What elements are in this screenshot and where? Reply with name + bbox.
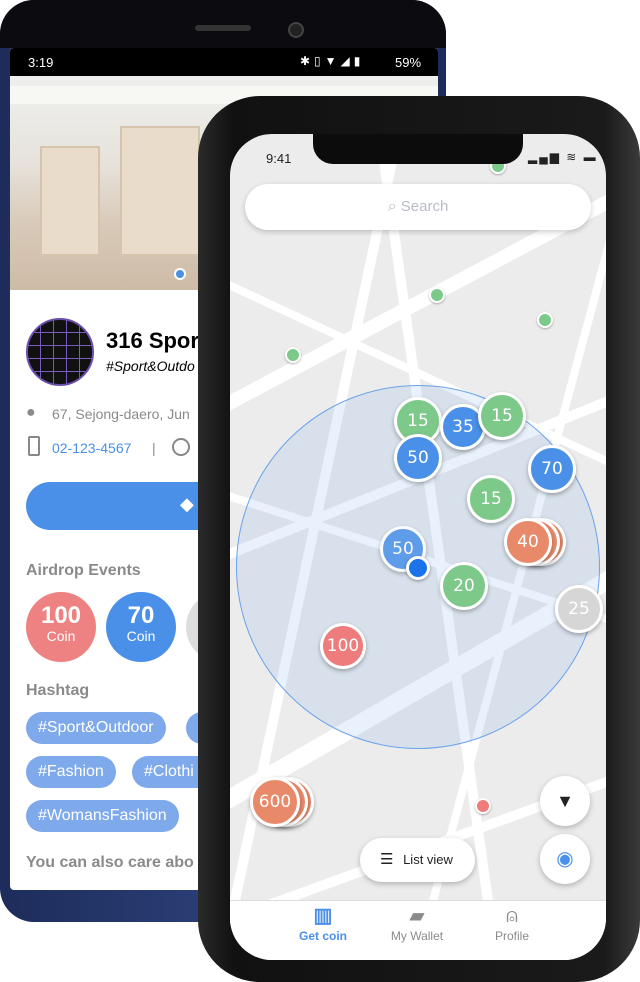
store-name: 316 Spor bbox=[106, 328, 199, 353]
coin-event[interactable]: 70 Coin bbox=[106, 592, 176, 662]
status-icons: ▂▄▆ ≋ ▬ bbox=[528, 150, 598, 164]
coin-unit: Coin bbox=[46, 628, 76, 644]
battery-level: 59% bbox=[395, 55, 422, 70]
coin-marker[interactable]: 50 bbox=[394, 434, 442, 482]
coin-unit: Coin bbox=[126, 628, 156, 644]
coin-marker[interactable]: 70 bbox=[528, 445, 576, 493]
list-view-label: List view bbox=[403, 852, 453, 867]
store-phone-link[interactable]: 02-123-4567 bbox=[52, 440, 131, 456]
nav-label: Profile bbox=[494, 929, 529, 943]
coin-event[interactable]: 100 Coin bbox=[26, 592, 96, 662]
coin-marker[interactable]: 40 bbox=[504, 518, 552, 566]
list-icon: ☰ bbox=[380, 851, 394, 868]
wallet-icon: ▰ bbox=[409, 905, 425, 927]
back-phone-bezel bbox=[0, 0, 446, 48]
bottom-nav: ▥ Get coin ▰ My Wallet ⍝ Profile bbox=[230, 900, 606, 960]
hashtag-chip[interactable]: #Fashion bbox=[26, 756, 116, 788]
my-location-button[interactable]: ◉ bbox=[540, 834, 590, 884]
status-icons: ✱▯▼◢▮ bbox=[300, 54, 365, 68]
nav-label: Get coin bbox=[298, 929, 347, 943]
coin-value: 100 bbox=[40, 602, 82, 629]
map-dot[interactable] bbox=[285, 347, 301, 363]
shelf bbox=[40, 146, 100, 256]
hashtag-chip[interactable]: #WomansFashion bbox=[26, 800, 179, 832]
map-screen: 15 35 15 50 70 15 40 50 20 25 100 600 9:… bbox=[230, 134, 606, 960]
nav-my-wallet[interactable]: ▰ My Wallet bbox=[367, 901, 467, 943]
hashtag-chip[interactable]: #Sport&Outdoor bbox=[26, 712, 166, 744]
map-icon: ▥ bbox=[313, 905, 333, 927]
location-icon: ● bbox=[26, 404, 36, 421]
search-icon: ⌕ bbox=[387, 198, 397, 215]
nav-get-coin[interactable]: ▥ Get coin bbox=[273, 901, 373, 943]
airdrop-title: Airdrop Events bbox=[26, 562, 141, 579]
map-dot[interactable] bbox=[475, 798, 491, 814]
notch bbox=[313, 134, 523, 164]
coin-marker[interactable]: 15 bbox=[478, 392, 526, 440]
store-logo bbox=[26, 318, 94, 386]
coin-marker[interactable]: 20 bbox=[440, 562, 488, 610]
map-dot[interactable] bbox=[537, 312, 553, 328]
phone-icon bbox=[28, 436, 40, 456]
coin-marker[interactable]: 15 bbox=[467, 475, 515, 523]
crosshair-icon: ◉ bbox=[556, 848, 574, 870]
carousel-dot-active[interactable] bbox=[174, 268, 186, 280]
person-icon: ⍝ bbox=[506, 905, 518, 927]
filter-icon: ▼ bbox=[556, 791, 574, 811]
nav-profile[interactable]: ⍝ Profile bbox=[462, 901, 562, 943]
coin-marker[interactable]: 600 bbox=[250, 777, 300, 827]
directions-icon: ◆ bbox=[180, 494, 194, 514]
status-bar: 3:19 ✱▯▼◢▮ 59% bbox=[10, 48, 438, 76]
status-time: 3:19 bbox=[28, 55, 54, 70]
coin-marker[interactable]: 25 bbox=[555, 585, 603, 633]
current-location-dot bbox=[406, 556, 430, 580]
separator: | bbox=[152, 440, 156, 456]
nav-label: My Wallet bbox=[390, 929, 444, 943]
search-placeholder: Search bbox=[400, 198, 449, 215]
speaker bbox=[195, 25, 251, 31]
more-title: You can also care abo bbox=[26, 854, 194, 871]
list-view-button[interactable]: ☰ List view bbox=[360, 838, 475, 882]
store-hashtag: #Sport&Outdo bbox=[106, 358, 195, 374]
map-dot[interactable] bbox=[429, 287, 445, 303]
coin-marker[interactable]: 100 bbox=[320, 623, 366, 669]
filter-button[interactable]: ▼ bbox=[540, 776, 590, 826]
clock-icon bbox=[172, 438, 190, 456]
camera bbox=[288, 22, 304, 38]
status-time: 9:41 bbox=[266, 151, 292, 166]
shelf bbox=[120, 126, 200, 256]
store-address: 67, Sejong-daero, Jun bbox=[52, 406, 190, 422]
search-input[interactable]: ⌕ Search bbox=[245, 184, 591, 230]
hashtag-title: Hashtag bbox=[26, 682, 90, 699]
coin-value: 70 bbox=[127, 602, 155, 629]
